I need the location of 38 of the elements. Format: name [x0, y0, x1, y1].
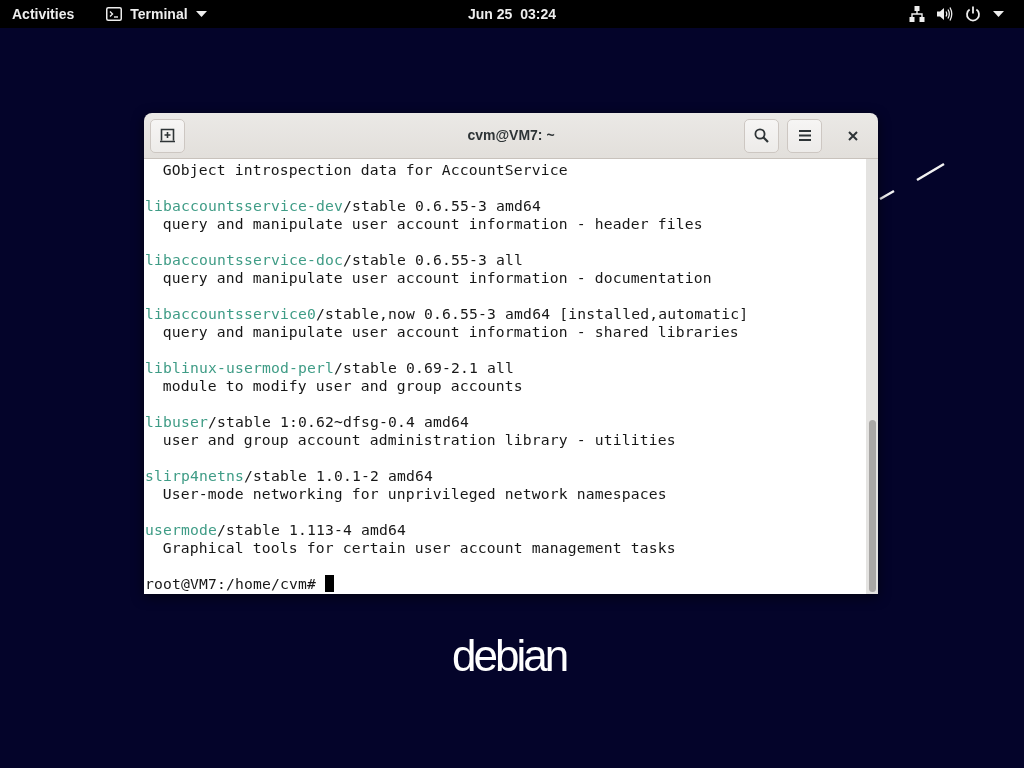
search-icon: [754, 128, 769, 143]
package-line: libuser/stable 1:0.62~dfsg-0.4 amd64: [145, 413, 471, 431]
app-menu-button[interactable]: Terminal: [102, 4, 211, 24]
clock[interactable]: Jun 25 03:24: [468, 3, 556, 25]
window-title: cvm@VM7: ~: [467, 126, 555, 145]
package-line: libaccountsservice-dev/stable 0.6.55-3 amd64: [145, 197, 543, 215]
package-description: User-mode networking for unprivileged network namespaces: [161, 485, 668, 503]
package-description: query and manipulate user account information - shared libraries: [161, 323, 740, 341]
volume-icon: [937, 6, 953, 22]
scrollbar-thumb[interactable]: [868, 420, 876, 592]
network-icon: [909, 6, 925, 22]
wallpaper-line-drawing: [878, 160, 946, 202]
text-cursor-icon: [325, 575, 335, 592]
new-tab-icon: [160, 128, 175, 143]
package-description: query and manipulate user account information - header files: [161, 215, 704, 233]
close-icon: [848, 130, 858, 141]
package-line: liblinux-usermod-perl/stable 0.69-2.1 all: [145, 359, 516, 377]
output-line: GObject introspection data for AccountService: [161, 161, 569, 179]
package-description: Graphical tools for certain user account management tasks: [161, 539, 677, 557]
package-description: user and group account administration library - utilities: [161, 431, 677, 449]
package-description: query and manipulate user account information - documentation: [161, 269, 713, 287]
new-tab-button[interactable]: [150, 118, 185, 153]
power-icon: [965, 6, 981, 22]
activities-button[interactable]: Activities: [8, 4, 79, 24]
package-line: usermode/stable 1.113-4 amd64: [145, 521, 408, 539]
scrollbar-track[interactable]: [866, 159, 878, 594]
terminal-icon: [106, 7, 123, 21]
package-description: module to modify user and group accounts: [161, 377, 524, 395]
menu-icon: [798, 130, 811, 141]
caret-icon: [195, 11, 207, 17]
package-line: slirp4netns/stable 1.0.1-2 amd64: [145, 467, 435, 485]
shell-prompt: root@VM7:/home/cvm#: [145, 575, 317, 592]
search-button[interactable]: [744, 118, 779, 153]
package-line: libaccountsservice0/stable,now 0.6.55-3 amd64 [installed,automatic]: [145, 305, 750, 323]
caret-icon: [993, 11, 1004, 17]
menu-button[interactable]: [787, 118, 822, 153]
package-line: libaccountsservice-doc/stable 0.6.55-3 all: [145, 251, 525, 269]
debian-logo-text: debian: [452, 634, 567, 678]
